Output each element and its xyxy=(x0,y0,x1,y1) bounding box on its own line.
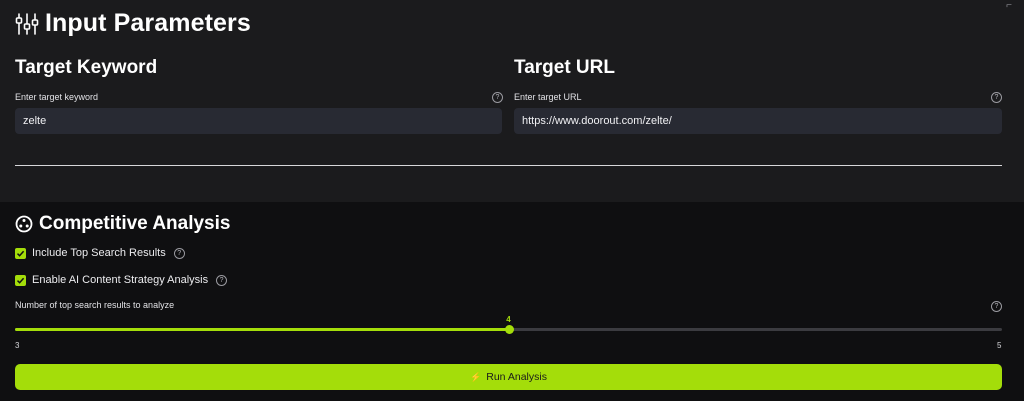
sliders-icon xyxy=(15,12,39,35)
include-top-results-checkbox[interactable] xyxy=(15,247,26,259)
bolt-icon: ⚡ xyxy=(470,371,482,382)
page-title: Input Parameters xyxy=(45,9,251,37)
slider-fill xyxy=(15,328,509,331)
ai-strategy-help-icon[interactable]: ? xyxy=(216,274,228,286)
input-parameters-header: Input Parameters xyxy=(15,9,251,38)
include-top-results-option[interactable]: Include Top Search Results ? xyxy=(15,247,185,259)
url-help-icon[interactable]: ? xyxy=(991,92,1002,103)
ai-strategy-option[interactable]: Enable AI Content Strategy Analysis ? xyxy=(15,274,228,286)
target-keyword-input[interactable] xyxy=(15,108,502,134)
section-divider xyxy=(15,165,1002,166)
target-url-title: Target URL xyxy=(514,57,615,78)
target-keyword-title: Target Keyword xyxy=(15,57,158,78)
slider-min-label: 3 xyxy=(15,341,20,350)
competitive-analysis-header: Competitive Analysis xyxy=(15,213,230,235)
ai-strategy-label: Enable AI Content Strategy Analysis xyxy=(32,274,209,286)
cog-icon xyxy=(15,215,33,233)
ai-strategy-checkbox[interactable] xyxy=(15,274,26,286)
include-top-results-help-icon[interactable]: ? xyxy=(173,247,185,259)
include-top-results-label: Include Top Search Results xyxy=(32,247,166,259)
checkmark-icon xyxy=(16,277,25,284)
slider-help-icon[interactable]: ? xyxy=(991,301,1002,312)
competitive-analysis-title: Competitive Analysis xyxy=(39,213,231,234)
results-count-slider[interactable] xyxy=(15,325,1002,334)
run-analysis-label: Run Analysis xyxy=(486,371,547,383)
slider-value: 4 xyxy=(506,315,511,324)
slider-thumb[interactable] xyxy=(504,325,514,334)
slider-max-label: 5 xyxy=(997,341,1002,350)
run-analysis-button[interactable]: ⚡ Run Analysis xyxy=(15,364,1002,390)
slider-label: Number of top search results to analyze xyxy=(15,300,175,310)
checkmark-icon xyxy=(16,250,25,257)
target-url-input[interactable] xyxy=(514,108,1002,134)
target-keyword-label: Enter target keyword xyxy=(15,92,99,102)
top-corner-mark: ⌐ xyxy=(1006,0,1012,11)
target-url-label: Enter target URL xyxy=(514,92,582,102)
keyword-help-icon[interactable]: ? xyxy=(492,92,503,103)
